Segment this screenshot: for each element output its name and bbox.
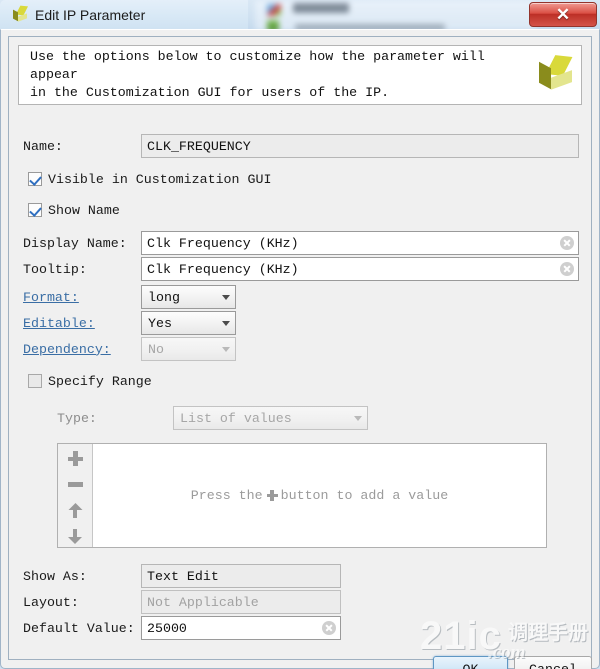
format-value: long [148, 289, 180, 305]
move-value-down-button[interactable] [62, 526, 88, 547]
dependency-row: Dependency: No [23, 336, 236, 362]
type-label: Type: [57, 410, 97, 426]
default-value-input[interactable]: 25000 [141, 616, 341, 640]
ok-button[interactable]: OK [433, 656, 508, 669]
plus-icon-inline [266, 490, 278, 501]
show-as-input[interactable]: Text Edit [141, 564, 341, 588]
dialog-body: Use the options below to customize how t… [0, 29, 600, 669]
window-title: Edit IP Parameter [35, 7, 146, 23]
minus-icon [67, 482, 83, 487]
editable-link-label[interactable]: Editable: [23, 316, 141, 331]
layout-label: Layout: [23, 594, 79, 610]
type-value: List of values [180, 410, 292, 426]
name-input[interactable]: CLK_FREQUENCY [141, 134, 579, 158]
title-bar: Edit IP Parameter [0, 0, 248, 30]
visible-in-gui-row[interactable]: Visible in Customization GUI [28, 168, 271, 190]
tooltip-label: Tooltip: [23, 261, 87, 277]
layout-value: Not Applicable [147, 594, 259, 610]
layout-row: Layout: Not Applicable [23, 589, 341, 615]
dialog-inner-panel: Use the options below to customize how t… [8, 36, 592, 669]
clear-tooltip-icon[interactable] [560, 262, 574, 276]
tooltip-value: Clk Frequency (KHz) [147, 261, 299, 277]
ok-button-label: OK [462, 661, 479, 669]
xilinx-pinwheel-logo [533, 54, 573, 95]
specify-range-label: Specify Range [48, 373, 152, 389]
default-value-value: 25000 [147, 620, 187, 636]
display-name-label: Display Name: [23, 235, 127, 251]
clear-display-name-icon[interactable] [560, 236, 574, 250]
instructions-text: Use the options below to customize how t… [30, 49, 485, 100]
show-name-row[interactable]: Show Name [28, 199, 120, 221]
default-value-label: Default Value: [23, 620, 135, 636]
add-value-button[interactable] [62, 448, 88, 469]
display-name-row: Display Name: Clk Frequency (KHz) [23, 230, 579, 256]
value-list-toolbar [58, 444, 93, 547]
instructions-panel: Use the options below to customize how t… [18, 45, 582, 105]
type-dropdown: List of values [173, 406, 368, 430]
format-link-label[interactable]: Format: [23, 290, 141, 305]
value-list-empty-hint: Press the button to add a value [191, 488, 448, 503]
visible-in-gui-checkbox[interactable] [28, 172, 42, 186]
display-name-value: Clk Frequency (KHz) [147, 235, 299, 251]
empty-hint-before: Press the [190, 488, 263, 503]
dependency-dropdown: No [141, 337, 236, 361]
close-icon: ✕ [555, 5, 571, 24]
dependency-value: No [148, 341, 164, 357]
xilinx-pinwheel-icon [10, 5, 28, 24]
default-value-row: Default Value: 25000 [23, 615, 341, 641]
close-button[interactable]: ✕ [529, 2, 597, 27]
display-name-input[interactable]: Clk Frequency (KHz) [141, 231, 579, 255]
value-list-panel: Press the button to add a value [57, 443, 547, 548]
tooltip-row: Tooltip: Clk Frequency (KHz) [23, 256, 579, 282]
cancel-button-label: Cancel [529, 661, 577, 669]
layout-input: Not Applicable [141, 590, 341, 614]
clear-default-value-icon[interactable] [322, 621, 336, 635]
editable-dropdown[interactable]: Yes [141, 311, 236, 335]
type-row: Type: List of values [57, 405, 368, 431]
name-row: Name: CLK_FREQUENCY [23, 133, 579, 159]
empty-hint-after: button to add a value [280, 488, 449, 503]
name-input-value: CLK_FREQUENCY [147, 138, 251, 154]
show-as-label: Show As: [23, 568, 87, 584]
show-name-label: Show Name [48, 202, 120, 218]
dependency-link-label[interactable]: Dependency: [23, 342, 141, 357]
specify-range-checkbox[interactable] [28, 374, 42, 388]
show-as-row: Show As: Text Edit [23, 563, 341, 589]
show-as-value: Text Edit [147, 568, 219, 584]
remove-value-button[interactable] [62, 474, 88, 495]
tooltip-input[interactable]: Clk Frequency (KHz) [141, 257, 579, 281]
name-label: Name: [23, 138, 63, 154]
cancel-button[interactable]: Cancel [514, 656, 592, 669]
specify-range-row[interactable]: Specify Range [28, 370, 152, 392]
format-row: Format: long [23, 284, 236, 310]
chevron-down-icon [217, 294, 235, 300]
editable-row: Editable: Yes [23, 310, 236, 336]
editable-value: Yes [148, 315, 172, 331]
chevron-down-icon [217, 320, 235, 326]
value-list-area[interactable]: Press the button to add a value [93, 444, 546, 547]
edit-ip-parameter-window: Edit IP Parameter ✕ Use the options belo… [0, 0, 600, 669]
plus-icon [67, 451, 83, 466]
arrow-down-icon [68, 529, 82, 544]
move-value-up-button[interactable] [62, 500, 88, 521]
chevron-down-icon [349, 415, 367, 421]
show-name-checkbox[interactable] [28, 203, 42, 217]
format-dropdown[interactable]: long [141, 285, 236, 309]
arrow-up-icon [68, 503, 82, 518]
visible-in-gui-label: Visible in Customization GUI [48, 171, 272, 187]
chevron-down-icon [217, 346, 235, 352]
